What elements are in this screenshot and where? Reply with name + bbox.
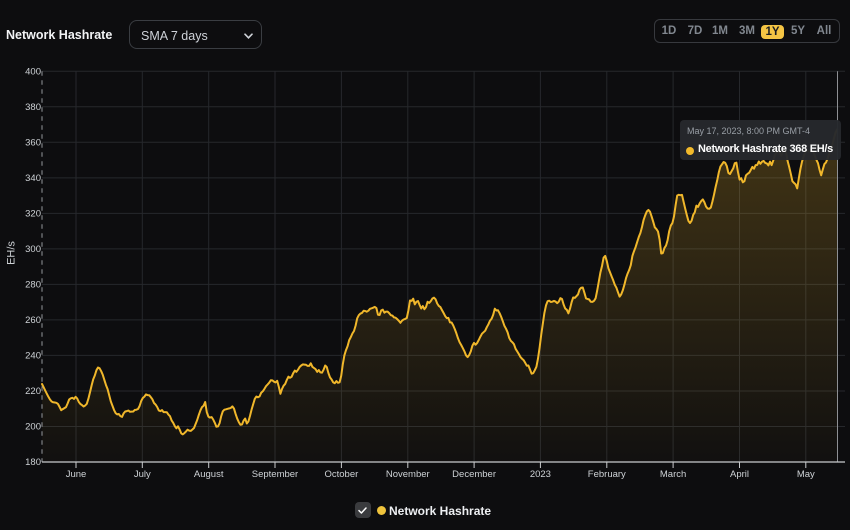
svg-text:280: 280 <box>25 280 41 291</box>
svg-text:February: February <box>588 469 626 480</box>
svg-text:October: October <box>325 469 359 480</box>
svg-text:220: 220 <box>25 386 41 397</box>
svg-text:EH/s: EH/s <box>6 241 18 265</box>
svg-text:March: March <box>660 469 686 480</box>
svg-text:380: 380 <box>25 102 41 113</box>
svg-text:340: 340 <box>25 173 41 184</box>
svg-text:260: 260 <box>25 315 41 326</box>
svg-text:300: 300 <box>25 244 41 255</box>
svg-text:2023: 2023 <box>530 469 551 480</box>
svg-text:200: 200 <box>25 422 41 433</box>
svg-text:320: 320 <box>25 209 41 220</box>
svg-text:240: 240 <box>25 351 41 362</box>
svg-text:December: December <box>452 469 496 480</box>
svg-text:November: November <box>386 469 430 480</box>
svg-text:360: 360 <box>25 138 41 149</box>
svg-text:180: 180 <box>25 457 41 468</box>
svg-text:June: June <box>66 469 87 480</box>
svg-text:July: July <box>134 469 151 480</box>
svg-text:April: April <box>730 469 749 480</box>
svg-text:May: May <box>797 469 815 480</box>
svg-text:400: 400 <box>25 67 41 78</box>
svg-text:September: September <box>252 469 298 480</box>
svg-text:August: August <box>194 469 224 480</box>
